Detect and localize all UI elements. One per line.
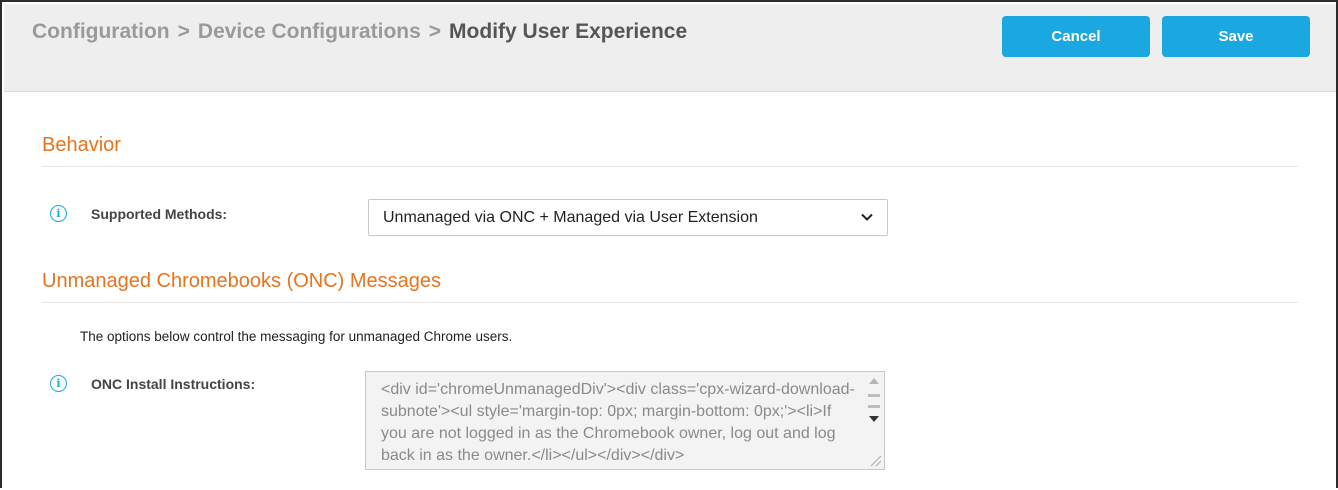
info-icon[interactable]: i [50, 375, 67, 392]
app-frame: Configuration > Device Configurations > Modi… [0, 0, 1338, 490]
cancel-button[interactable]: Cancel [1002, 16, 1150, 57]
onc-install-instructions-label: ONC Install Instructions: [91, 376, 256, 392]
breadcrumb-separator: > [428, 20, 442, 43]
section-divider [42, 302, 1298, 303]
resize-grip-icon[interactable] [868, 453, 882, 467]
chevron-down-icon [861, 213, 873, 221]
breadcrumb-item-device-configurations[interactable]: Device Configurations [198, 20, 421, 43]
supported-methods-select[interactable]: Unmanaged via ONC + Managed via User Ext… [368, 199, 888, 236]
breadcrumb-separator: > [177, 20, 190, 43]
scroll-up-icon[interactable] [868, 376, 880, 386]
breadcrumb: Configuration > Device Configurations > Modi… [32, 20, 687, 44]
scroll-thumb[interactable] [868, 394, 880, 408]
page-header: Configuration > Device Configurations > Modi… [4, 4, 1336, 92]
onc-section-title: Unmanaged Chromebooks (ONC) Messages [42, 270, 442, 292]
breadcrumb-item-configuration[interactable]: Configuration [32, 20, 170, 43]
supported-methods-label: Supported Methods: [91, 206, 228, 222]
onc-install-instructions-textarea[interactable]: <div id='chromeUnmanagedDiv'><div class=… [365, 371, 885, 470]
info-icon[interactable]: i [50, 205, 67, 222]
onc-install-instructions-value: <div id='chromeUnmanagedDiv'><div class=… [381, 381, 855, 464]
main-content: Behavior i Supported Methods: Unmanaged … [18, 94, 1322, 490]
scroll-down-icon[interactable] [868, 414, 880, 424]
supported-methods-selected-value: Unmanaged via ONC + Managed via User Ext… [383, 208, 758, 226]
behavior-section-title: Behavior [42, 134, 121, 156]
save-button[interactable]: Save [1162, 16, 1310, 57]
onc-help-text: The options below control the messaging … [80, 329, 513, 344]
breadcrumb-item-current: Modify User Experience [449, 20, 688, 43]
section-divider [42, 166, 1298, 167]
